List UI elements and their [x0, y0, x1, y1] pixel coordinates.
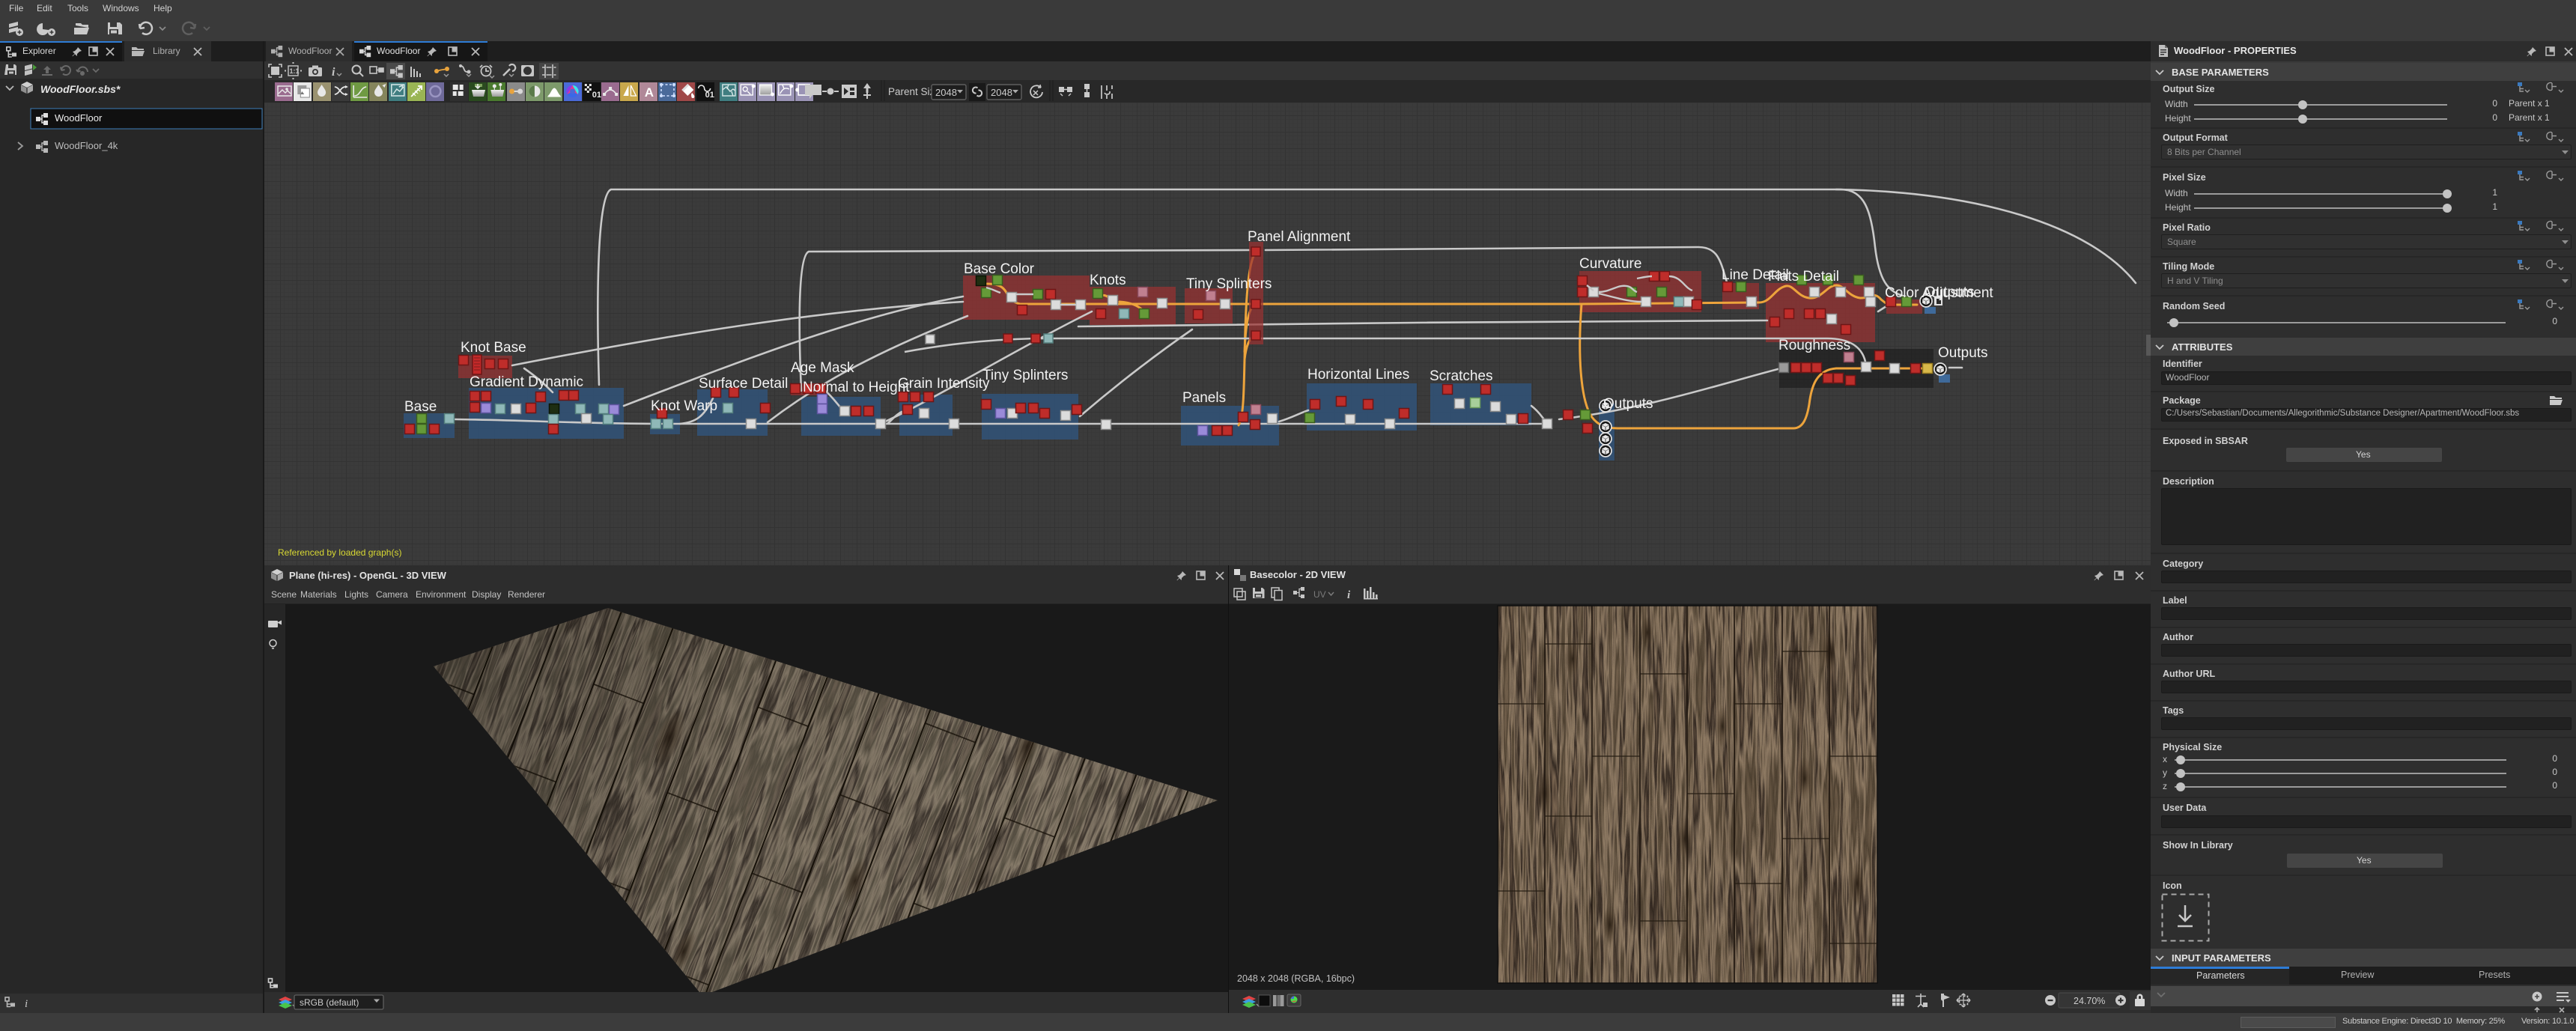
svg-text:sRGB (default): sRGB (default): [300, 997, 359, 1008]
svg-text:Curvature: Curvature: [1579, 256, 1641, 272]
svg-text:A: A: [645, 85, 654, 100]
svg-text:i: i: [332, 66, 335, 79]
svg-text:Panel Alignment: Panel Alignment: [1248, 229, 1351, 245]
svg-text:Base Color: Base Color: [964, 261, 1035, 277]
svg-text:Outputs: Outputs: [1925, 285, 1975, 300]
svg-text:1:1: 1:1: [290, 67, 300, 75]
svg-text:Tiny Splinters: Tiny Splinters: [1186, 276, 1272, 292]
svg-text:2048: 2048: [935, 87, 957, 98]
svg-text:i: i: [1347, 589, 1351, 601]
svg-text:24.70%: 24.70%: [2074, 996, 2105, 1006]
svg-text:Grain Intensity: Grain Intensity: [898, 376, 990, 392]
svg-text:Horizontal Lines: Horizontal Lines: [1307, 367, 1409, 383]
svg-text:2048: 2048: [991, 87, 1012, 98]
svg-text:Normal to Height: Normal to Height: [803, 380, 910, 395]
svg-text:Outputs: Outputs: [1938, 345, 1988, 361]
svg-text:Knot Warp: Knot Warp: [651, 398, 717, 414]
svg-text:Age Mask: Age Mask: [791, 360, 854, 376]
svg-text:Scratches: Scratches: [1430, 368, 1492, 384]
svg-text:Flats Detail: Flats Detail: [1768, 269, 1839, 285]
svg-text:Base: Base: [404, 399, 437, 415]
svg-text:Roughness: Roughness: [1778, 338, 1850, 353]
svg-text:UV: UV: [1313, 589, 1326, 600]
svg-text:Outputs: Outputs: [1603, 396, 1653, 412]
svg-text:Surface Detail: Surface Detail: [699, 376, 788, 392]
svg-text:Knot Base: Knot Base: [461, 340, 526, 356]
svg-text:01: 01: [705, 91, 714, 100]
svg-text:Gradient Dynamic: Gradient Dynamic: [470, 374, 583, 390]
svg-text:01: 01: [592, 91, 601, 100]
svg-text:Tiny Splinters: Tiny Splinters: [982, 368, 1068, 383]
svg-text:i: i: [25, 998, 28, 1010]
svg-text:Panels: Panels: [1182, 390, 1226, 406]
svg-text:Knots: Knots: [1090, 273, 1126, 288]
